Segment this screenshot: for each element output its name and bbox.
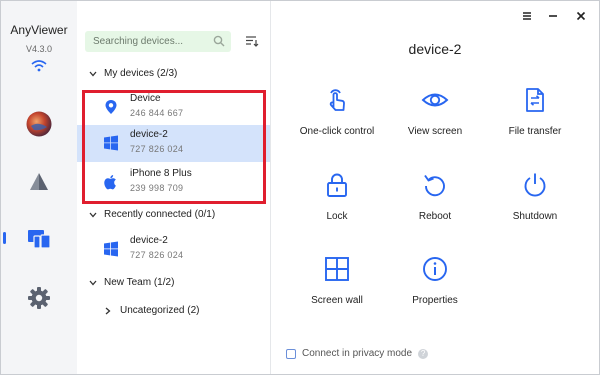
active-indicator [3, 232, 6, 244]
minimize-button[interactable] [546, 9, 560, 23]
anyviewer-window: AnyViewer V4.3.0 Searching devices... My… [0, 0, 600, 375]
gear-icon [28, 287, 50, 309]
sort-list-icon[interactable] [245, 34, 259, 48]
device-id: 727 826 024 [130, 250, 184, 260]
privacy-mode-row: Connect in privacy mode ? [286, 348, 429, 359]
eye-icon [421, 93, 449, 107]
menu-button[interactable] [520, 9, 534, 23]
device-name: device-2 [130, 129, 168, 140]
windows-icon [104, 241, 118, 257]
device-item-device-2[interactable]: device-2 727 826 024 [77, 125, 270, 162]
chevron-down-icon [89, 71, 97, 76]
chevron-right-icon [105, 307, 111, 314]
reboot-icon [424, 174, 445, 197]
action-label: File transfer [508, 126, 562, 137]
close-icon [576, 11, 586, 21]
app-name: AnyViewer [10, 23, 68, 37]
privacy-mode-checkbox[interactable] [286, 348, 296, 359]
device-id: 239 998 709 [130, 183, 184, 193]
info-icon [423, 257, 447, 281]
avatar-image [26, 111, 52, 137]
screen-wall-icon [325, 257, 349, 281]
power-icon [524, 173, 546, 197]
search-input[interactable] [93, 31, 203, 52]
location-pin-icon [105, 100, 117, 114]
file-transfer-button[interactable]: File transfer [485, 86, 585, 146]
screen-wall-button[interactable]: Screen wall [287, 255, 387, 315]
triangle-logo-icon [30, 173, 48, 190]
action-label: One-click control [299, 126, 375, 137]
device-id: 246 844 667 [130, 108, 184, 118]
device-name: Device [130, 93, 161, 104]
group-label: New Team (1/2) [104, 277, 175, 288]
action-label: Lock [326, 211, 348, 222]
help-icon[interactable]: ? [418, 348, 429, 359]
lock-button[interactable]: Lock [287, 171, 387, 231]
device-id: 727 826 024 [130, 144, 184, 154]
action-label: Properties [412, 295, 458, 306]
app-version: V4.3.0 [25, 44, 53, 54]
group-label: My devices (2/3) [104, 68, 178, 79]
view-screen-button[interactable]: View screen [385, 86, 485, 146]
devices-icon [28, 230, 51, 249]
chevron-down-icon [89, 280, 97, 285]
group-new-team[interactable]: New Team (1/2) [89, 277, 174, 288]
device-item-device[interactable]: Device 246 844 667 [77, 89, 270, 126]
device-item-iphone[interactable]: iPhone 8 Plus 239 998 709 [77, 164, 270, 201]
group-my-devices[interactable]: My devices (2/3) [89, 68, 177, 79]
action-label: Shutdown [512, 211, 558, 222]
wifi-icon [31, 60, 47, 72]
device-name: iPhone 8 Plus [130, 168, 192, 179]
search-box [85, 31, 231, 52]
lock-icon [327, 173, 347, 197]
action-label: View screen [407, 126, 463, 137]
action-label: Reboot [418, 211, 452, 222]
action-label: Screen wall [311, 295, 363, 306]
left-rail: AnyViewer V4.3.0 [1, 1, 77, 374]
subgroup-uncategorized[interactable]: Uncategorized (2) [104, 305, 199, 316]
recent-device-item-device-2[interactable]: device-2 727 826 024 [77, 231, 270, 268]
one-click-control-button[interactable]: One-click control [287, 86, 387, 146]
main-panel: device-2 One-click control View screen F… [271, 1, 599, 374]
group-recently-connected[interactable]: Recently connected (0/1) [89, 209, 215, 220]
close-button[interactable] [574, 9, 588, 23]
shutdown-button[interactable]: Shutdown [485, 171, 585, 231]
reboot-button[interactable]: Reboot [385, 171, 485, 231]
touch-hand-icon [329, 89, 345, 111]
device-name: device-2 [130, 235, 168, 246]
nav-settings-button[interactable] [19, 278, 59, 318]
minimize-icon [549, 15, 557, 17]
device-list-panel: My devices (2/3) Device 246 844 667 devi… [77, 1, 271, 374]
search-icon[interactable] [213, 35, 225, 47]
group-label: Recently connected (0/1) [104, 209, 216, 220]
subgroup-label: Uncategorized (2) [120, 305, 200, 316]
hamburger-icon [523, 12, 531, 20]
device-title: device-2 [408, 41, 462, 57]
privacy-mode-label[interactable]: Connect in privacy mode [302, 348, 412, 359]
properties-button[interactable]: Properties [385, 255, 485, 315]
apple-icon [104, 175, 116, 190]
file-transfer-icon [526, 88, 544, 112]
nav-devices-button[interactable] [19, 219, 59, 259]
nav-remote-button[interactable] [19, 162, 59, 202]
chevron-down-icon [89, 212, 97, 217]
windows-icon [104, 135, 118, 151]
avatar[interactable] [19, 104, 59, 144]
